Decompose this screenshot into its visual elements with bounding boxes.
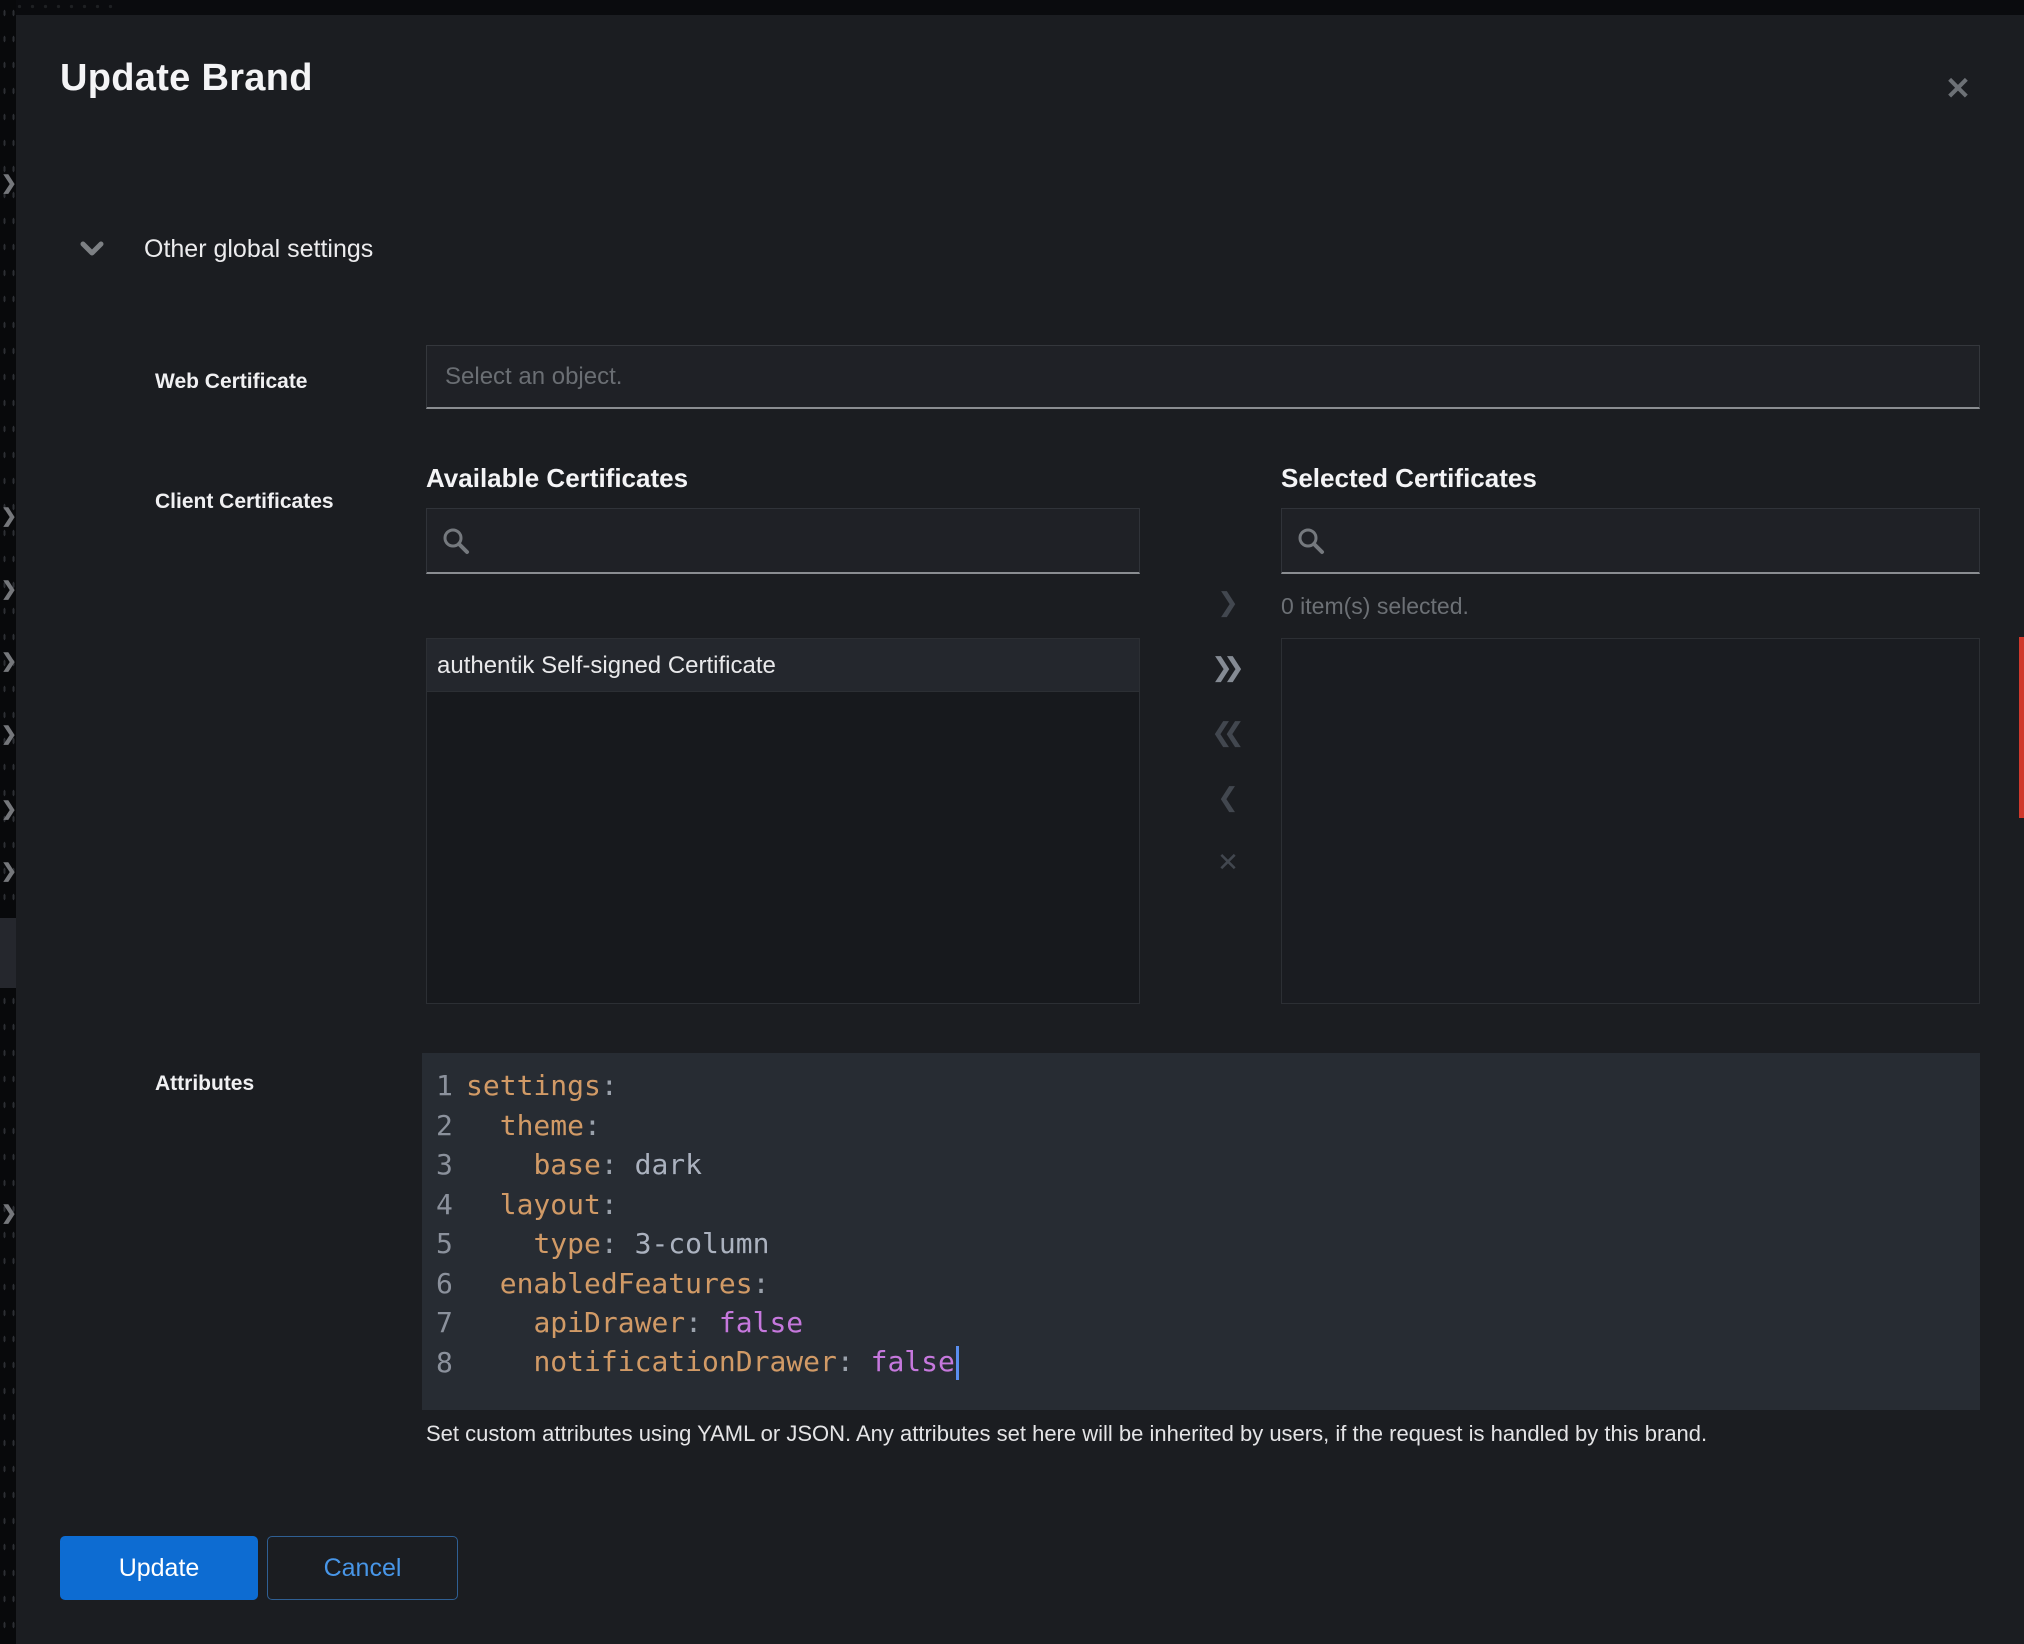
update-brand-modal: Update Brand ✕ Other global settings Web… [16, 15, 2024, 1644]
available-certificates-list: authentik Self-signed Certificate [426, 638, 1140, 1004]
move-all-right-button[interactable]: ❯❯ [1206, 646, 1250, 690]
move-selected-left-button[interactable]: ❮ [1206, 776, 1250, 820]
line-number: 7 [422, 1306, 466, 1339]
code-line: 7 apiDrawer: false [422, 1303, 1980, 1343]
text-cursor [956, 1346, 959, 1380]
attributes-code-editor[interactable]: 1settings:2 theme:3 base: dark4 layout:5… [422, 1053, 1980, 1410]
web-certificate-select-input[interactable] [426, 345, 1980, 409]
client-certificates-label: Client Certificates [155, 490, 334, 514]
sidebar-chevron-icon: ❯ [1, 723, 16, 747]
search-icon [441, 526, 471, 556]
move-selected-right-button[interactable]: ❯ [1206, 581, 1250, 625]
available-certificates-heading: Available Certificates [426, 463, 688, 494]
available-search-box [426, 508, 1140, 574]
selected-search-input[interactable] [1326, 509, 1965, 572]
line-number: 8 [422, 1346, 466, 1379]
line-number: 2 [422, 1109, 466, 1142]
update-button[interactable]: Update [60, 1536, 258, 1600]
code-line: 6 enabledFeatures: [422, 1264, 1980, 1304]
attributes-help-text: Set custom attributes using YAML or JSON… [426, 1419, 1956, 1449]
code-line: 1settings: [422, 1066, 1980, 1106]
move-all-left-button[interactable]: ❮❮ [1206, 711, 1250, 755]
selected-search-box [1281, 508, 1980, 574]
certificate-list-item[interactable]: authentik Self-signed Certificate [427, 639, 1139, 692]
line-number: 3 [422, 1148, 466, 1181]
right-edge-red-strip [2019, 637, 2024, 818]
code-line: 5 type: 3-column [422, 1224, 1980, 1264]
code-line: 3 base: dark [422, 1145, 1980, 1185]
selected-certificates-heading: Selected Certificates [1281, 463, 1537, 494]
code-line: 8 notificationDrawer: false [422, 1343, 1980, 1383]
line-number: 1 [422, 1069, 466, 1102]
modal-title: Update Brand [60, 57, 313, 100]
sidebar-active-item-edge [0, 918, 16, 988]
selected-count-status: 0 item(s) selected. [1281, 593, 1469, 620]
sidebar-chevron-icon: ❯ [1, 798, 16, 822]
cancel-button[interactable]: Cancel [267, 1536, 458, 1600]
line-number: 6 [422, 1267, 466, 1300]
sidebar-chevron-icon: ❯ [1, 1202, 16, 1226]
sidebar-chevron-icon: ❯ [1, 505, 16, 529]
sidebar-chevron-icon: ❯ [1, 578, 16, 602]
web-certificate-label: Web Certificate [155, 370, 308, 394]
sidebar-chevron-icon: ❯ [1, 860, 16, 884]
line-number: 5 [422, 1227, 466, 1260]
section-toggle-label: Other global settings [144, 235, 373, 264]
background-sidebar-edge: ❯ ❯ ❯ ❯ ❯ ❯ ❯ ❯ [0, 0, 16, 1644]
sidebar-chevron-icon: ❯ [1, 650, 16, 674]
code-line: 4 layout: [422, 1185, 1980, 1225]
available-search-input[interactable] [471, 509, 1125, 572]
selected-certificates-list [1281, 638, 1980, 1004]
code-line: 2 theme: [422, 1106, 1980, 1146]
section-toggle-other-global-settings[interactable]: Other global settings [80, 227, 373, 271]
close-icon[interactable]: ✕ [1936, 67, 1980, 111]
sidebar-chevron-icon: ❯ [1, 172, 16, 196]
search-icon [1296, 526, 1326, 556]
attributes-label: Attributes [155, 1072, 254, 1096]
line-number: 4 [422, 1188, 466, 1221]
dual-list-controls: ❯❯❯❮❮❮✕ [1183, 581, 1273, 885]
chevron-down-icon [80, 241, 104, 257]
clear-selection-button[interactable]: ✕ [1206, 841, 1250, 885]
